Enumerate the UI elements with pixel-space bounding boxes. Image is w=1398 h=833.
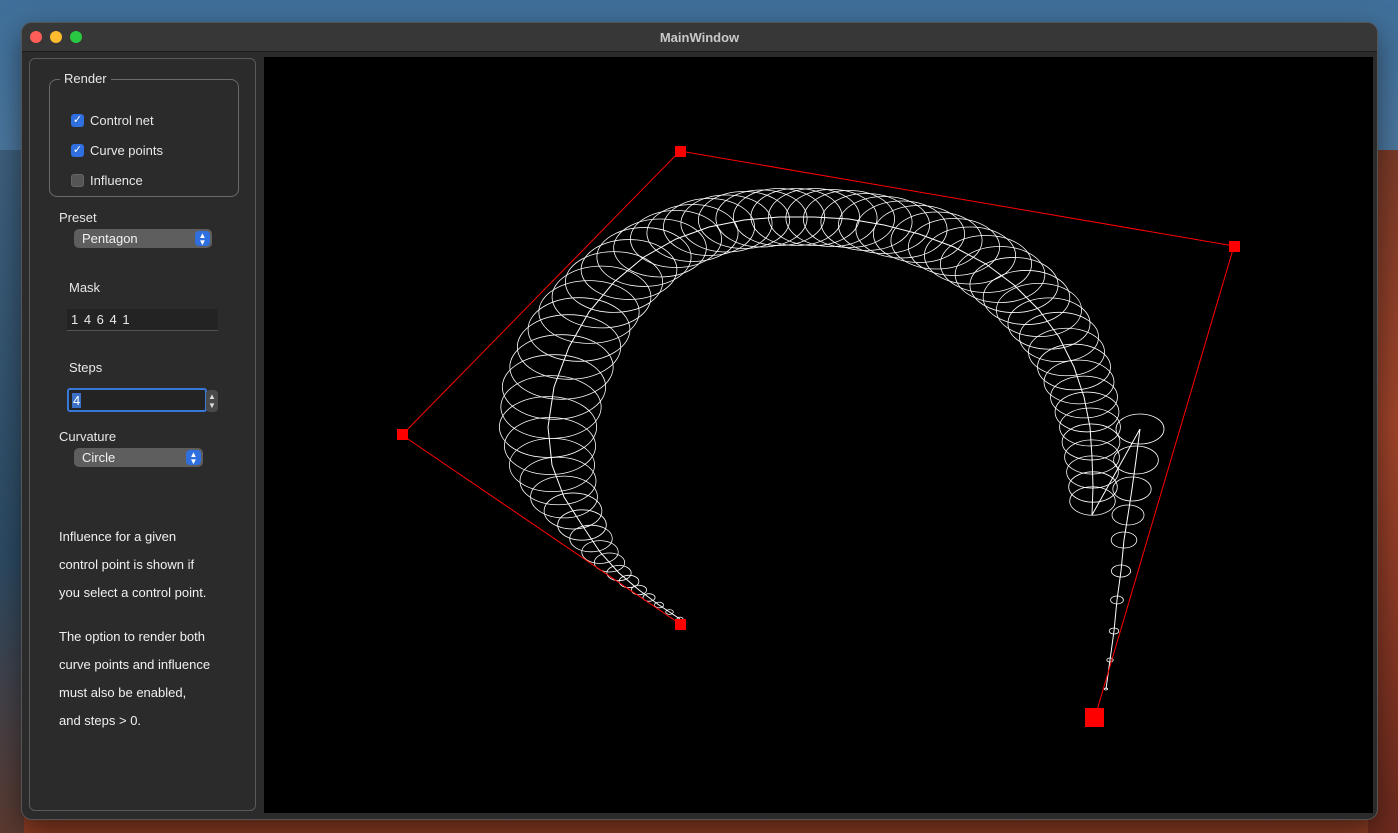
control-point[interactable] — [675, 619, 686, 630]
steps-value: 4 — [72, 392, 82, 408]
selected-control-point[interactable] — [1085, 708, 1104, 727]
curvature-circles — [498, 188, 1165, 691]
control-point[interactable] — [397, 429, 408, 440]
curvature-select[interactable]: Circle ▲ ▼ — [74, 448, 203, 467]
mask-label: Mask — [69, 280, 101, 295]
desktop-wallpaper-left — [0, 150, 24, 833]
window-title: MainWindow — [659, 29, 740, 45]
help-line: you select a control point. — [59, 585, 207, 600]
render-group-title: Render — [60, 71, 111, 86]
minimize-window-button[interactable] — [50, 31, 62, 43]
title-bar[interactable]: MainWindow — [22, 23, 1377, 52]
unchecked-box-icon[interactable] — [71, 174, 84, 187]
sidebar: Render ✓ Control net ✓ Curve points Infl… — [29, 58, 256, 811]
influence-checkbox[interactable]: Influence — [71, 173, 143, 188]
mask-value: 1 4 6 4 1 — [71, 312, 131, 327]
control-point[interactable] — [675, 146, 686, 157]
curve-drawing[interactable] — [264, 57, 1373, 813]
curvature-value: Circle — [82, 450, 116, 465]
preset-value: Pentagon — [82, 231, 138, 246]
steps-input[interactable]: 4 — [67, 388, 207, 412]
stepper-arrows-icon[interactable]: ▲ ▼ — [206, 390, 218, 412]
control-net-segment — [401, 434, 681, 625]
help-line: Influence for a given — [59, 529, 177, 544]
curve-points-label: Curve points — [90, 143, 163, 158]
help-line: curve points and influence — [59, 657, 211, 672]
close-window-button[interactable] — [30, 31, 42, 43]
preset-label: Preset — [59, 210, 97, 225]
influence-label: Influence — [90, 173, 143, 188]
control-point[interactable] — [1229, 241, 1240, 252]
checkmark-icon[interactable]: ✓ — [71, 114, 84, 127]
influence-help-text: Influence for a given control point is s… — [59, 523, 206, 607]
subdivision-curve — [547, 216, 1141, 690]
help-line: The option to render both — [59, 629, 205, 644]
checkmark-icon[interactable]: ✓ — [71, 144, 84, 157]
chevron-updown-icon: ▲ ▼ — [186, 450, 201, 465]
help-line: and steps > 0. — [59, 713, 142, 728]
curvature-label: Curvature — [59, 429, 117, 444]
main-window: MainWindow Render ✓ Control net ✓ Curve … — [22, 23, 1377, 819]
chevron-updown-icon: ▲ ▼ — [195, 231, 210, 246]
control-net-checkbox[interactable]: ✓ Control net — [71, 113, 154, 128]
help-line: control point is shown if — [59, 557, 195, 572]
render-canvas[interactable] — [264, 57, 1373, 813]
mask-input[interactable]: 1 4 6 4 1 — [67, 309, 218, 331]
steps-label: Steps — [69, 360, 103, 375]
help-line: must also be enabled, — [59, 685, 187, 700]
curve-points-checkbox[interactable]: ✓ Curve points — [71, 143, 163, 158]
render-groupbox: Render ✓ Control net ✓ Curve points Infl… — [49, 71, 239, 197]
maximize-window-button[interactable] — [70, 31, 82, 43]
preset-select[interactable]: Pentagon ▲ ▼ — [74, 229, 212, 248]
control-net-label: Control net — [90, 113, 154, 128]
render-help-text: The option to render both curve points a… — [59, 623, 210, 735]
